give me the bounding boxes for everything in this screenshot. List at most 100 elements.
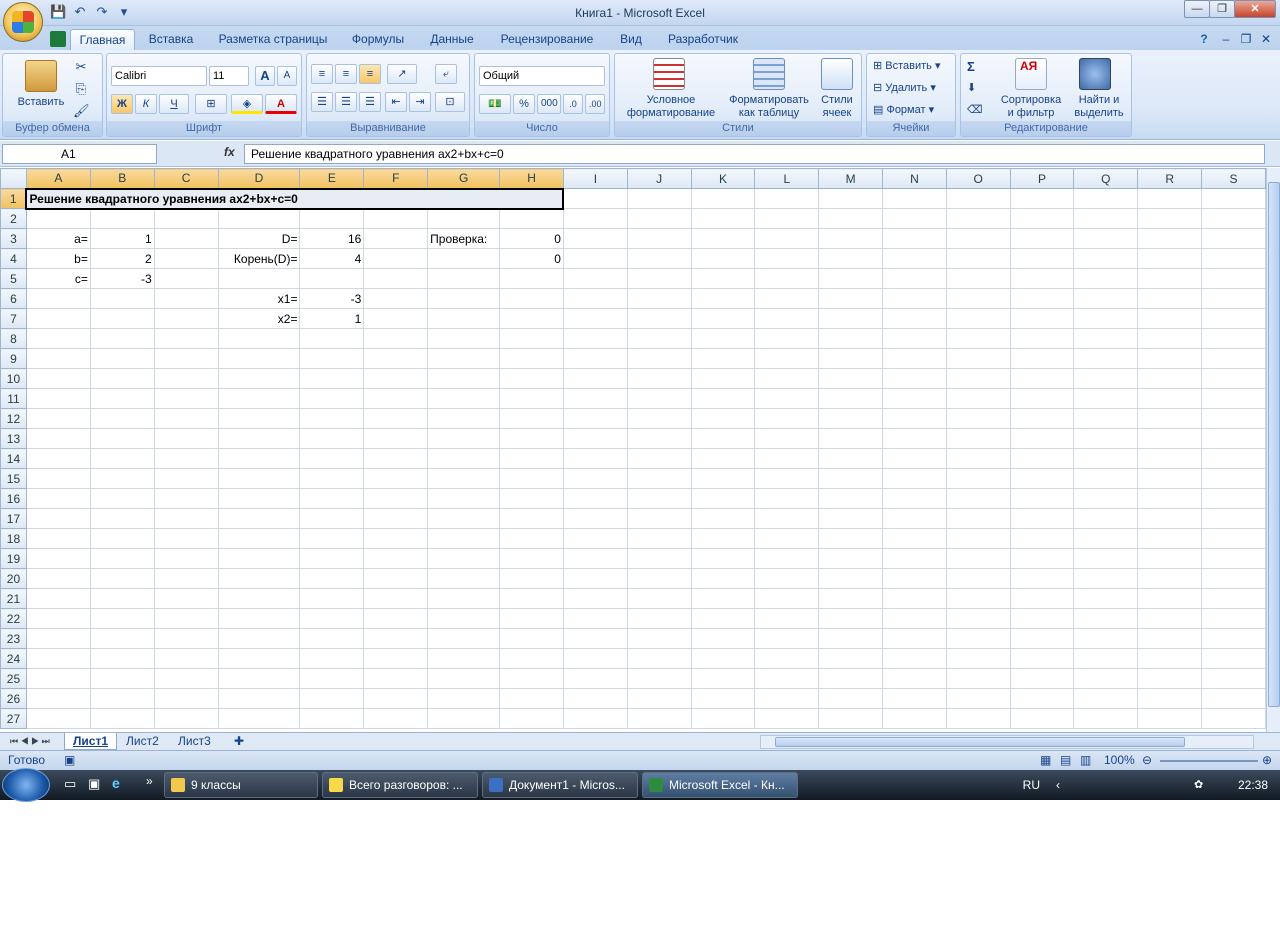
cell[interactable]: [562, 708, 628, 729]
cell[interactable]: [153, 348, 219, 369]
zoom-out-icon[interactable]: ⊖: [1142, 753, 1152, 767]
cell[interactable]: [754, 708, 820, 729]
cell[interactable]: [945, 668, 1011, 689]
cell[interactable]: [626, 628, 692, 649]
cell[interactable]: [945, 548, 1011, 569]
cell[interactable]: [1073, 388, 1139, 409]
cell[interactable]: [754, 408, 820, 429]
tab-review[interactable]: Рецензирование: [494, 29, 600, 50]
cell[interactable]: [89, 448, 155, 469]
cell[interactable]: [1009, 228, 1075, 249]
cell[interactable]: [562, 548, 628, 569]
cell[interactable]: [882, 368, 947, 389]
cell[interactable]: [1009, 328, 1075, 349]
cell[interactable]: [499, 508, 564, 529]
cell[interactable]: [1009, 608, 1075, 629]
cell[interactable]: [1137, 548, 1203, 569]
conditional-formatting-label-2[interactable]: форматирование: [619, 107, 723, 120]
row-header[interactable]: 14: [0, 448, 27, 469]
cell[interactable]: [562, 428, 628, 449]
ribbon-minimize-icon[interactable]: –: [1218, 29, 1234, 50]
zoom-level[interactable]: 100%: [1104, 753, 1135, 767]
fill-icon[interactable]: ⬇: [967, 82, 976, 95]
tab-view[interactable]: Вид: [612, 29, 650, 50]
cell[interactable]: [754, 528, 820, 549]
cell[interactable]: [25, 448, 91, 469]
cell[interactable]: [562, 408, 628, 429]
cell[interactable]: [217, 448, 301, 469]
cell[interactable]: 2: [89, 248, 155, 269]
cell[interactable]: [1201, 688, 1266, 709]
formula-input[interactable]: Решение квадратного уравнения ax2+bx+c=0: [244, 144, 1265, 164]
cell[interactable]: [499, 368, 564, 389]
find-select-label-2[interactable]: выделить: [1069, 107, 1129, 120]
cell[interactable]: [945, 588, 1011, 609]
cell[interactable]: [299, 448, 365, 469]
cell[interactable]: [427, 648, 501, 669]
cell[interactable]: [1009, 248, 1075, 269]
cell[interactable]: [1009, 668, 1075, 689]
cell[interactable]: [754, 448, 820, 469]
cell[interactable]: [690, 328, 756, 349]
cell[interactable]: [626, 408, 692, 429]
cell[interactable]: [25, 668, 91, 689]
cell[interactable]: [754, 328, 820, 349]
cell[interactable]: [1137, 708, 1203, 729]
increase-decimal-icon[interactable]: .0: [563, 94, 583, 114]
cell[interactable]: [818, 308, 883, 329]
format-as-table-label-1[interactable]: Форматировать: [723, 94, 815, 107]
cell[interactable]: [153, 488, 219, 509]
column-header[interactable]: K: [690, 168, 756, 189]
cell[interactable]: [945, 688, 1011, 709]
tab-page-layout[interactable]: Разметка страницы: [212, 29, 334, 50]
cell[interactable]: [1201, 248, 1266, 269]
cell[interactable]: [499, 428, 564, 449]
shrink-font-button[interactable]: A: [277, 66, 297, 86]
cell[interactable]: [499, 448, 564, 469]
cell[interactable]: [562, 508, 628, 529]
column-header[interactable]: H: [499, 168, 564, 189]
cell[interactable]: [25, 328, 91, 349]
cell[interactable]: [882, 308, 947, 329]
cell[interactable]: [153, 588, 219, 609]
ribbon-close-icon[interactable]: ✕: [1258, 29, 1274, 50]
cell[interactable]: [217, 348, 301, 369]
sheet-tab-3[interactable]: Лист3: [170, 733, 219, 750]
cell[interactable]: [427, 588, 501, 609]
row-header[interactable]: 21: [0, 588, 27, 609]
cell[interactable]: [1137, 508, 1203, 529]
cell[interactable]: [363, 268, 429, 289]
cell[interactable]: [882, 328, 947, 349]
cell[interactable]: [562, 308, 628, 329]
cell[interactable]: [499, 348, 564, 369]
sheet-tab-1[interactable]: Лист1: [64, 733, 118, 750]
cell[interactable]: [818, 208, 883, 229]
cell[interactable]: [882, 428, 947, 449]
cell[interactable]: [1137, 408, 1203, 429]
cell[interactable]: [626, 448, 692, 469]
cell[interactable]: [89, 468, 155, 489]
tab-formulas[interactable]: Формулы: [345, 29, 411, 50]
cell[interactable]: [89, 568, 155, 589]
column-header[interactable]: F: [363, 168, 429, 189]
cell[interactable]: [882, 608, 947, 629]
cell[interactable]: [626, 368, 692, 389]
cell-styles-label-1[interactable]: Стили: [815, 94, 859, 107]
cell[interactable]: [690, 208, 756, 229]
column-header[interactable]: R: [1137, 168, 1203, 189]
cell[interactable]: [882, 668, 947, 689]
row-header[interactable]: 24: [0, 648, 27, 669]
borders-icon[interactable]: ⊞: [195, 94, 227, 114]
cell[interactable]: [1009, 208, 1075, 229]
cell[interactable]: [363, 488, 429, 509]
cell[interactable]: [499, 468, 564, 489]
cell[interactable]: [427, 448, 501, 469]
cell[interactable]: [89, 708, 155, 729]
cell[interactable]: [818, 548, 883, 569]
fill-color-icon[interactable]: ◈: [231, 94, 263, 114]
column-header[interactable]: O: [945, 168, 1011, 189]
cell[interactable]: [1201, 328, 1266, 349]
thousands-button[interactable]: 000: [537, 94, 561, 114]
cell[interactable]: [427, 568, 501, 589]
help-icon[interactable]: ?: [1194, 29, 1214, 50]
